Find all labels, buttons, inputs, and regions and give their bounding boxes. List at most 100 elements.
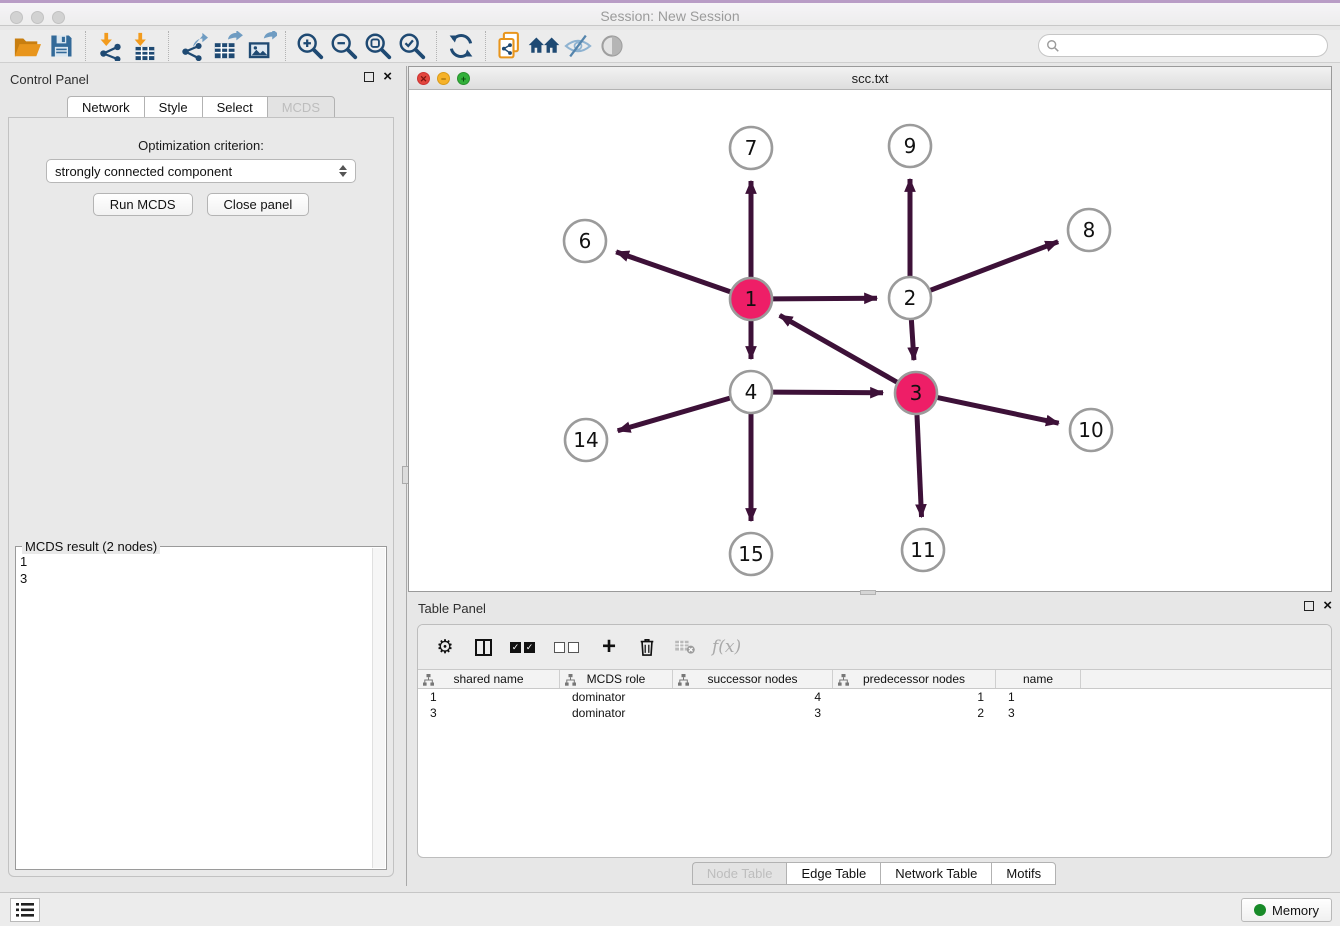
zoom-fit-icon[interactable]: [361, 31, 395, 61]
column-header-shared-name[interactable]: shared name: [418, 670, 560, 688]
edge-1-to-6[interactable]: [616, 252, 730, 292]
edge-4-to-14[interactable]: [618, 398, 730, 431]
tab-style[interactable]: Style: [144, 96, 202, 119]
network-window-title: scc.txt: [409, 71, 1331, 86]
save-session-icon[interactable]: [44, 31, 78, 61]
float-table-panel-icon[interactable]: [1304, 601, 1314, 611]
close-panel-button[interactable]: Close panel: [207, 193, 310, 216]
edge-4-to-3[interactable]: [773, 392, 883, 393]
network-window-titlebar[interactable]: ✕ − + scc.txt: [409, 67, 1331, 90]
tab-network[interactable]: Network: [67, 96, 144, 119]
table-cell[interactable]: 1: [996, 689, 1081, 705]
memory-status-icon: [1254, 904, 1266, 916]
column-header-name[interactable]: name: [996, 670, 1081, 688]
horizontal-splitter-handle[interactable]: [860, 590, 876, 595]
tab-motifs[interactable]: Motifs: [991, 862, 1056, 885]
table-cell[interactable]: 1: [418, 689, 560, 705]
table-cell[interactable]: 4: [673, 689, 833, 705]
tab-select[interactable]: Select: [202, 96, 267, 119]
table-toolbar: ⚙ ✓✓ + f(x): [418, 625, 1331, 669]
delete-columns-icon[interactable]: [636, 635, 658, 659]
first-neighbors-icon[interactable]: [527, 31, 561, 61]
main-titlebar: Session: New Session: [0, 0, 1340, 26]
node-label-2: 2: [904, 286, 917, 310]
table-cell[interactable]: 1: [833, 689, 996, 705]
open-file-icon[interactable]: [10, 31, 44, 61]
table-cell[interactable]: dominator: [560, 705, 673, 721]
edge-3-to-11[interactable]: [917, 415, 922, 517]
edge-3-to-1[interactable]: [780, 315, 897, 382]
table-cell[interactable]: 3: [996, 705, 1081, 721]
export-image-icon[interactable]: [244, 31, 278, 61]
column-header-MCDS-role[interactable]: MCDS role: [560, 670, 673, 688]
column-header-successor-nodes[interactable]: successor nodes: [673, 670, 833, 688]
result-scrollbar[interactable]: [372, 548, 385, 868]
export-network-icon[interactable]: [176, 31, 210, 61]
new-network-from-selection-icon[interactable]: [493, 31, 527, 61]
dropdown-stepper-icon: [339, 165, 347, 177]
memory-button[interactable]: Memory: [1241, 898, 1332, 922]
edge-3-to-10[interactable]: [938, 398, 1059, 424]
create-column-icon[interactable]: +: [598, 635, 620, 659]
status-bar: Memory: [0, 892, 1340, 926]
import-network-icon[interactable]: [93, 31, 127, 61]
close-table-panel-icon[interactable]: ×: [1323, 601, 1332, 611]
table-cell[interactable]: 3: [418, 705, 560, 721]
mcds-result-list[interactable]: 13: [20, 549, 370, 867]
close-panel-icon[interactable]: ×: [383, 72, 392, 82]
tab-node-table[interactable]: Node Table: [692, 862, 787, 885]
node-label-1: 1: [745, 287, 758, 311]
table-cell[interactable]: dominator: [560, 689, 673, 705]
search-input[interactable]: [1060, 37, 1327, 55]
zoom-selected-icon[interactable]: [395, 31, 429, 61]
toolbar-separator: [85, 31, 86, 61]
application-window: Session: New Session: [0, 0, 1340, 926]
table-cell[interactable]: 2: [833, 705, 996, 721]
function-builder-icon: f(x): [712, 635, 741, 659]
optimization-criterion-value: strongly connected component: [55, 164, 232, 179]
list-icon: [16, 903, 34, 917]
node-label-7: 7: [745, 136, 758, 160]
toolbar-separator: [436, 31, 437, 61]
table-cell[interactable]: 3: [673, 705, 833, 721]
node-table: shared nameMCDS rolesuccessor nodesprede…: [418, 669, 1331, 721]
search-box[interactable]: [1038, 34, 1328, 57]
node-label-6: 6: [579, 229, 592, 253]
node-label-14: 14: [573, 428, 598, 452]
show-all-icon[interactable]: [595, 31, 629, 61]
table-panel-title: Table Panel: [418, 601, 486, 616]
run-mcds-button[interactable]: Run MCDS: [93, 193, 193, 216]
table-row[interactable]: 3dominator323: [418, 705, 1331, 721]
edge-1-to-2[interactable]: [773, 298, 877, 299]
export-table-icon[interactable]: [210, 31, 244, 61]
column-header-predecessor-nodes[interactable]: predecessor nodes: [833, 670, 996, 688]
deselect-all-columns-icon[interactable]: [554, 635, 582, 659]
tab-mcds[interactable]: MCDS: [267, 96, 335, 119]
delete-table-icon: [674, 635, 696, 659]
toolbar-separator: [168, 31, 169, 61]
table-mode-gear-icon[interactable]: ⚙: [434, 635, 456, 659]
hide-selected-icon[interactable]: [561, 31, 595, 61]
network-canvas[interactable]: 1234678910111415: [409, 90, 1331, 591]
show-columns-icon[interactable]: [472, 635, 494, 659]
float-panel-icon[interactable]: [364, 72, 374, 82]
edge-2-to-8[interactable]: [931, 242, 1059, 290]
optimization-criterion-select[interactable]: strongly connected component: [46, 159, 356, 183]
node-table-container: ⚙ ✓✓ + f(x) shared nameMCDS rolesuccesso…: [417, 624, 1332, 858]
zoom-in-icon[interactable]: [293, 31, 327, 61]
table-row[interactable]: 1dominator411: [418, 689, 1331, 705]
control-panel: Control Panel × NetworkStyleSelectMCDS O…: [0, 66, 402, 886]
network-view-window: ✕ − + scc.txt 1234678910111415: [408, 66, 1332, 592]
import-table-icon[interactable]: [127, 31, 161, 61]
node-label-3: 3: [910, 381, 923, 405]
tab-edge-table[interactable]: Edge Table: [786, 862, 880, 885]
control-panel-title: Control Panel: [10, 72, 89, 87]
task-history-button[interactable]: [10, 898, 40, 922]
refresh-view-icon[interactable]: [444, 31, 478, 61]
zoom-out-icon[interactable]: [327, 31, 361, 61]
tab-network-table[interactable]: Network Table: [880, 862, 991, 885]
toolbar-separator: [485, 31, 486, 61]
table-header-row: shared nameMCDS rolesuccessor nodesprede…: [418, 669, 1331, 689]
edge-2-to-3[interactable]: [911, 320, 914, 360]
select-all-columns-icon[interactable]: ✓✓: [510, 635, 538, 659]
